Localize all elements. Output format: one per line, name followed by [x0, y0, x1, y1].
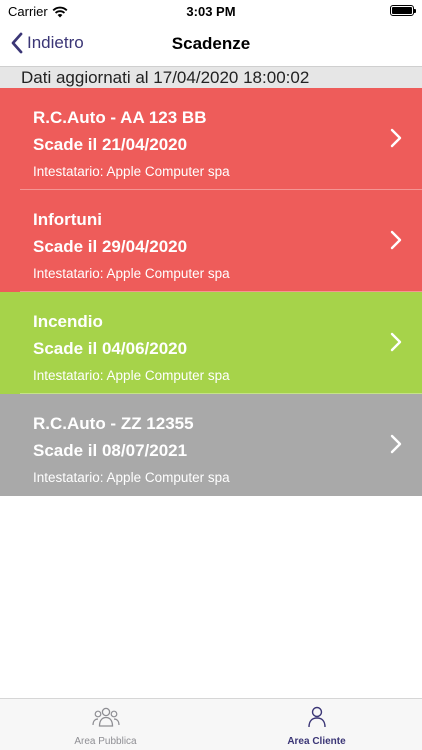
deadline-holder: Intestatario: Apple Computer spa	[33, 164, 230, 179]
deadline-title: Infortuni	[33, 210, 102, 229]
person-icon	[306, 706, 328, 733]
deadline-due-date: Scade il 21/04/2020	[33, 135, 188, 154]
navigation-bar: Indietro Scadenze	[0, 24, 422, 66]
chevron-right-icon	[390, 332, 402, 352]
tab-label: Area Pubblica	[74, 736, 137, 747]
deadline-holder: Intestatario: Apple Computer spa	[33, 470, 230, 485]
deadline-title: R.C.Auto - AA 123 BB	[33, 108, 207, 127]
deadline-holder: Intestatario: Apple Computer spa	[33, 266, 230, 281]
tab-bar: Area Pubblica Area Cliente	[0, 698, 422, 750]
status-bar: Carrier 3:03 PM	[0, 0, 422, 24]
deadline-due-date: Scade il 29/04/2020	[33, 237, 188, 256]
tab-area-cliente[interactable]: Area Cliente	[211, 699, 422, 750]
deadline-due-date: Scade il 04/06/2020	[33, 339, 188, 358]
deadline-list: R.C.Auto - AA 123 BB Scade il 21/04/2020 I…	[0, 88, 422, 496]
status-time: 3:03 PM	[186, 4, 236, 19]
chevron-right-icon	[390, 434, 402, 454]
chevron-right-icon	[390, 128, 402, 148]
tab-area-pubblica[interactable]: Area Pubblica	[0, 699, 211, 750]
deadline-holder: Intestatario: Apple Computer spa	[33, 368, 230, 383]
page-title: Scadenze	[171, 34, 251, 53]
deadline-row[interactable]: Infortuni Scade il 29/04/2020 Intestatario…	[0, 190, 422, 292]
battery-icon	[390, 5, 416, 16]
deadline-title: R.C.Auto - ZZ 12355	[33, 414, 194, 433]
group-icon	[91, 706, 120, 733]
deadline-title: Incendio	[33, 312, 103, 331]
deadline-due-date: Scade il 08/07/2021	[33, 441, 188, 460]
updated-header: Dati aggiornati al 17/04/2020 18:00:02	[0, 66, 422, 88]
deadline-row[interactable]: R.C.Auto - ZZ 12355 Scade il 08/07/2021 In…	[0, 394, 422, 496]
tab-label: Area Cliente	[287, 736, 346, 747]
deadline-row[interactable]: R.C.Auto - AA 123 BB Scade il 21/04/2020 I…	[0, 88, 422, 190]
chevron-right-icon	[390, 230, 402, 250]
deadline-row[interactable]: Incendio Scade il 04/06/2020 Intestatario:…	[0, 292, 422, 394]
